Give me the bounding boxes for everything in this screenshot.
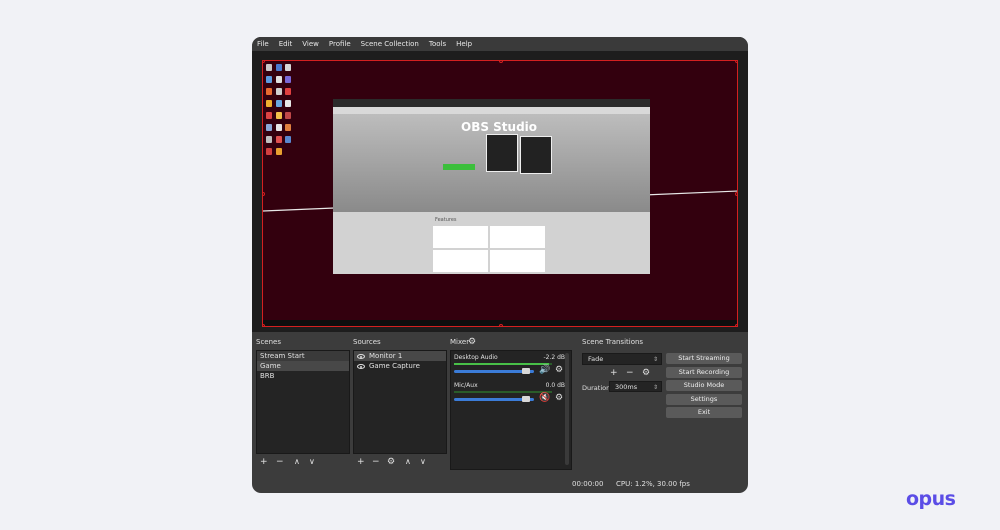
- resize-handle[interactable]: [735, 192, 737, 196]
- browser-hero: OBS Studio: [333, 114, 650, 212]
- cpu-status: CPU: 1.2%, 30.00 fps: [616, 480, 690, 488]
- stream-time: 00:00:00: [572, 480, 604, 488]
- mixer-dock: Mixer ⚙ Desktop Audio -2.2 dB 🔊 ⚙ Mic/Au…: [252, 332, 582, 472]
- channel-name: Desktop Audio: [454, 354, 498, 361]
- audio-meter-fill: [454, 363, 550, 365]
- menu-file[interactable]: File: [252, 37, 274, 51]
- mixer-gear-icon[interactable]: ⚙: [468, 337, 476, 347]
- settings-button[interactable]: Settings: [666, 394, 742, 405]
- resize-handle[interactable]: [499, 324, 503, 326]
- preview-area: OBS Studio Features: [252, 51, 748, 332]
- start-recording-button[interactable]: Start Recording: [666, 367, 742, 378]
- channel-gear-icon[interactable]: ⚙: [555, 393, 563, 403]
- menu-scene-collection[interactable]: Scene Collection: [356, 37, 424, 51]
- volume-slider[interactable]: [454, 396, 534, 402]
- browser-page-title: OBS Studio: [461, 120, 538, 134]
- audio-meter: [454, 391, 552, 393]
- obs-window: File Edit View Profile Scene Collection …: [252, 37, 748, 493]
- channel-name: Mic/Aux: [454, 382, 478, 389]
- spinner-arrows-icon: ⇕: [652, 384, 658, 391]
- channel-db: 0.0 dB: [545, 382, 565, 389]
- menu-help[interactable]: Help: [451, 37, 477, 51]
- menu-view[interactable]: View: [297, 37, 324, 51]
- audio-meter: [454, 363, 552, 365]
- duration-input[interactable]: 300ms ⇕: [609, 381, 662, 392]
- resize-handle[interactable]: [263, 324, 265, 326]
- features-heading: Features: [435, 217, 457, 223]
- feature-card: [490, 226, 545, 248]
- studio-mode-button[interactable]: Studio Mode: [666, 380, 742, 391]
- transitions-dock: Scene Transitions Fade ⇕ + − ⚙ Duration …: [578, 332, 664, 472]
- download-button: [443, 164, 475, 170]
- duration-label: Duration: [582, 384, 611, 392]
- opus-logo: opus: [906, 488, 956, 510]
- add-transition-button[interactable]: +: [610, 368, 618, 378]
- exit-button[interactable]: Exit: [666, 407, 742, 418]
- volume-slider-knob[interactable]: [522, 368, 530, 374]
- browser-features: Features: [333, 212, 650, 274]
- feature-card: [433, 226, 488, 248]
- mixer-title: Mixer: [450, 338, 470, 346]
- volume-slider[interactable]: [454, 368, 534, 374]
- feature-card: [490, 250, 545, 272]
- transition-select[interactable]: Fade ⇕: [582, 353, 662, 365]
- mixer-scrollbar[interactable]: [565, 353, 569, 465]
- mixer-panel: Desktop Audio -2.2 dB 🔊 ⚙ Mic/Aux 0.0 dB…: [450, 350, 572, 470]
- spinner-arrows-icon: ⇕: [652, 356, 658, 363]
- browser-chrome: [333, 99, 650, 107]
- resize-handle[interactable]: [735, 61, 737, 63]
- channel-db: -2.2 dB: [543, 354, 565, 361]
- resize-handle[interactable]: [735, 324, 737, 326]
- preview-canvas[interactable]: OBS Studio Features: [262, 60, 738, 327]
- speaker-icon[interactable]: 🔊: [539, 365, 550, 375]
- transition-gear-icon[interactable]: ⚙: [642, 368, 650, 378]
- start-streaming-button[interactable]: Start Streaming: [666, 353, 742, 364]
- menu-edit[interactable]: Edit: [274, 37, 298, 51]
- volume-slider-knob[interactable]: [522, 396, 530, 402]
- channel-gear-icon[interactable]: ⚙: [555, 365, 563, 375]
- screenshot-thumb: [520, 136, 552, 174]
- menu-profile[interactable]: Profile: [324, 37, 356, 51]
- duration-value: 300ms: [615, 383, 638, 391]
- menubar: File Edit View Profile Scene Collection …: [252, 37, 748, 51]
- muted-speaker-icon[interactable]: 🔇: [539, 393, 550, 403]
- captured-browser-window: OBS Studio Features: [333, 99, 650, 274]
- transition-select-value: Fade: [588, 355, 604, 363]
- menu-tools[interactable]: Tools: [424, 37, 451, 51]
- transitions-title: Scene Transitions: [582, 338, 644, 346]
- screenshot-thumb: [486, 134, 518, 172]
- feature-card: [433, 250, 488, 272]
- remove-transition-button[interactable]: −: [626, 368, 634, 378]
